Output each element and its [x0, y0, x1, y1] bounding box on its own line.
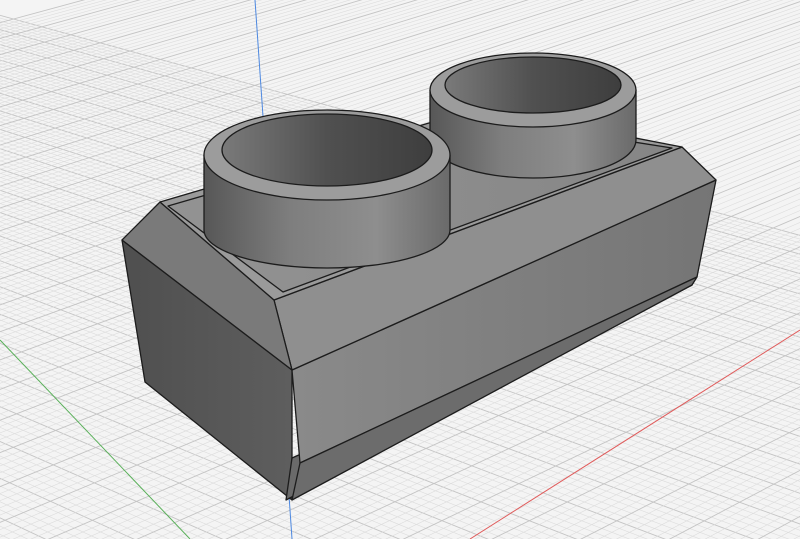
stud-back [429, 52, 637, 179]
3d-viewport[interactable] [0, 0, 800, 539]
grid-line [775, 525, 800, 539]
stud-front [203, 109, 451, 269]
viewport-canvas[interactable] [0, 0, 800, 539]
stud-back-hole [444, 56, 622, 114]
stud-front-hole [221, 113, 433, 187]
